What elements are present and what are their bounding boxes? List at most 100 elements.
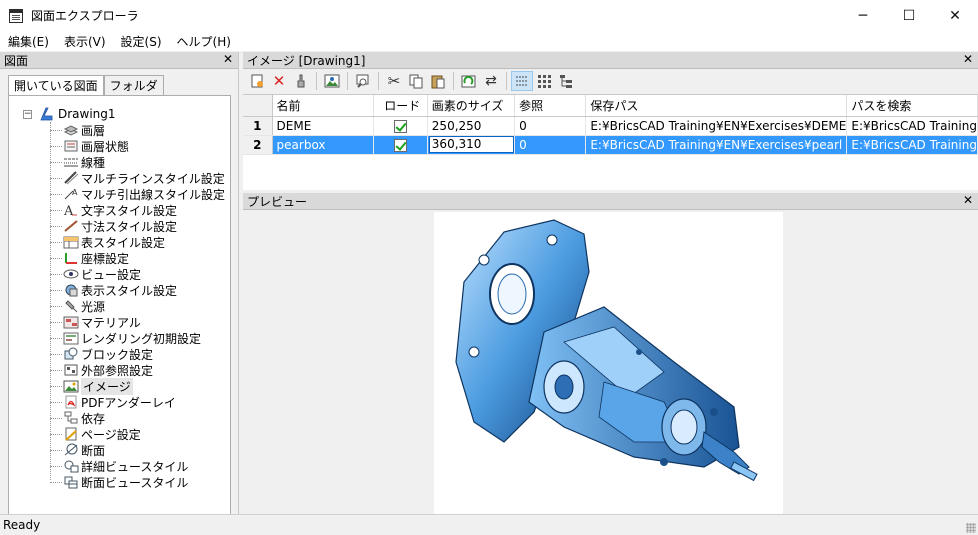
new-icon[interactable] [246, 71, 268, 91]
window-title: 図面エクスプローラ [31, 9, 139, 23]
svg-text:A: A [72, 188, 78, 197]
column-header[interactable]: 画素のサイズ [427, 95, 516, 117]
column-header[interactable]: ロード [373, 95, 428, 117]
drawings-panel-close-button[interactable]: ✕ [223, 52, 233, 66]
tab-folders[interactable]: フォルダ [103, 75, 164, 95]
image-name-cell[interactable]: pearbox [272, 135, 374, 155]
tree-label: 外部参照設定 [81, 363, 154, 378]
tree-view-icon[interactable] [555, 71, 577, 91]
icons-view-icon[interactable] [533, 71, 555, 91]
tree-connector [50, 257, 62, 259]
saved-path-cell[interactable]: E:¥BricsCAD Training¥EN¥Exercises¥pearl [585, 135, 848, 155]
row-number[interactable]: 1 [243, 116, 273, 136]
cut-icon[interactable]: ✂ [383, 71, 405, 91]
tree-node[interactable]: イメージ [45, 377, 225, 395]
find-icon[interactable] [352, 71, 374, 91]
row-number[interactable]: 2 [243, 135, 273, 155]
tree-node[interactable]: 詳細ビュースタイル [45, 458, 225, 474]
menu-settings[interactable]: 設定(S) [113, 33, 169, 50]
tree-node[interactable]: 画層状態 [45, 138, 225, 154]
grid-corner[interactable] [243, 95, 273, 117]
preview-panel-close-button[interactable]: ✕ [963, 193, 973, 207]
images-panel-close-button[interactable]: ✕ [963, 52, 973, 66]
tree-node[interactable]: ビュー設定 [45, 266, 225, 282]
images-grid: 名前 ロード 画素のサイズ 参照 保存パス パスを検索 1 DEME 250,250 0 E:¥B… [243, 94, 978, 190]
tree-node[interactable]: 断面ビュースタイル [45, 474, 225, 490]
loaded-checkbox[interactable] [393, 138, 407, 152]
table-row[interactable]: 2 pearbox 360,310 0 E:¥BricsCAD Training¥EN¥… [243, 135, 978, 155]
loaded-checkbox[interactable] [393, 119, 407, 133]
menu-view[interactable]: 表示(V) [56, 33, 113, 50]
tree-node[interactable]: 外部参照設定 [45, 362, 225, 378]
loaded-cell[interactable] [373, 135, 428, 155]
collapse-icon[interactable]: − [23, 109, 32, 119]
purge-icon[interactable] [290, 71, 312, 91]
tree-node[interactable]: ブロック設定 [45, 346, 225, 362]
menu-help[interactable]: ヘルプ(H) [169, 33, 238, 50]
tree-node[interactable]: ページ設定 [45, 426, 225, 442]
tree-label: 画層状態 [81, 139, 130, 154]
pixel-size-editor[interactable]: 360,310 [428, 136, 514, 153]
tree-node[interactable]: PDFアンダーレイ [45, 394, 225, 410]
tree-label: 断面ビュースタイル [81, 475, 189, 490]
column-header[interactable]: 参照 [514, 95, 587, 117]
found-path-cell[interactable]: E:¥BricsCAD Training [846, 116, 978, 136]
block-icon [63, 347, 79, 361]
tree-node[interactable]: マルチラインスタイル設定 [45, 170, 225, 186]
tree-node[interactable]: 線種 [45, 154, 225, 170]
insert-image-icon[interactable] [321, 71, 343, 91]
tree-node[interactable]: 画層 [45, 122, 225, 138]
tree-connector [50, 305, 62, 307]
image-name-cell[interactable]: DEME [272, 116, 374, 136]
references-cell[interactable]: 0 [514, 135, 587, 155]
tree-node[interactable]: 表示スタイル設定 [45, 282, 225, 298]
tree-node-drawing1[interactable]: − Drawing1 [23, 106, 116, 122]
tree-node[interactable]: 依存 [45, 410, 225, 426]
drawings-panel-title: 図面 [4, 53, 29, 68]
tree-node[interactable]: 断面 [45, 442, 225, 458]
status-bar: Ready [0, 514, 978, 535]
tree-node[interactable]: 寸法スタイル設定 [45, 218, 225, 234]
pixel-size-cell[interactable]: 250,250 [427, 116, 516, 136]
drawings-panel: 図面 ✕ 開いている図面 フォルダ − Drawing1 画層 画層状態 線種 マルチ… [0, 52, 239, 535]
tree-label: マルチ引出線スタイル設定 [81, 187, 226, 202]
paste-icon[interactable] [427, 71, 449, 91]
column-header[interactable]: 保存パス [585, 95, 848, 117]
references-cell[interactable]: 0 [514, 116, 587, 136]
linetype-icon [63, 155, 79, 169]
tree-node[interactable]: A マルチ引出線スタイル設定 [45, 186, 225, 202]
menu-edit[interactable]: 編集(E) [0, 33, 56, 50]
found-path-cell[interactable]: E:¥BricsCAD Training [846, 135, 978, 155]
tab-open-drawings[interactable]: 開いている図面 [8, 75, 104, 95]
material-icon [63, 315, 79, 329]
details-view-icon[interactable] [511, 71, 533, 91]
tree-label: 寸法スタイル設定 [81, 219, 178, 234]
swap-icon[interactable]: ⇄ [480, 71, 502, 91]
loaded-cell[interactable] [373, 116, 428, 136]
column-header[interactable]: 名前 [272, 95, 374, 117]
saved-path-cell[interactable]: E:¥BricsCAD Training¥EN¥Exercises¥DEME [585, 116, 848, 136]
gearbox-image [455, 219, 758, 482]
resize-grip[interactable] [966, 523, 976, 533]
tree-connector [50, 337, 62, 339]
tree-node[interactable]: 座標設定 [45, 250, 225, 266]
table-row[interactable]: 1 DEME 250,250 0 E:¥BricsCAD Training¥EN¥Exe… [243, 116, 978, 136]
tree-node[interactable]: レンダリング初期設定 [45, 330, 225, 346]
title-bar: 図面エクスプローラ ─ ☐ ✕ [0, 0, 978, 31]
images-panel: イメージ [Drawing1] ✕ ✕ ✂ ⇄ 名前 ロード 画素のサイズ 参照 保存パスパ… [243, 52, 978, 190]
tree-node[interactable]: A 文字スタイル設定 [45, 202, 225, 219]
image-preview [434, 212, 783, 514]
tree-node[interactable]: 光源 [45, 298, 225, 314]
tree-node[interactable]: 表スタイル設定 [45, 234, 225, 250]
maximize-button[interactable]: ☐ [886, 0, 932, 31]
delete-icon[interactable]: ✕ [268, 71, 290, 91]
tree-items: 画層 画層状態 線種 マルチラインスタイル設定 A マルチ引出線スタイル設定 A 文字スタイル… [45, 122, 225, 490]
tree-connector [50, 193, 62, 195]
pixel-size-cell[interactable]: 360,310 [427, 135, 516, 155]
copy-icon[interactable] [405, 71, 427, 91]
tree-node[interactable]: マテリアル [45, 314, 225, 330]
reload-icon[interactable] [458, 71, 480, 91]
close-button[interactable]: ✕ [932, 0, 978, 31]
column-header[interactable]: パスを検索 [846, 95, 978, 117]
minimize-button[interactable]: ─ [840, 0, 886, 31]
